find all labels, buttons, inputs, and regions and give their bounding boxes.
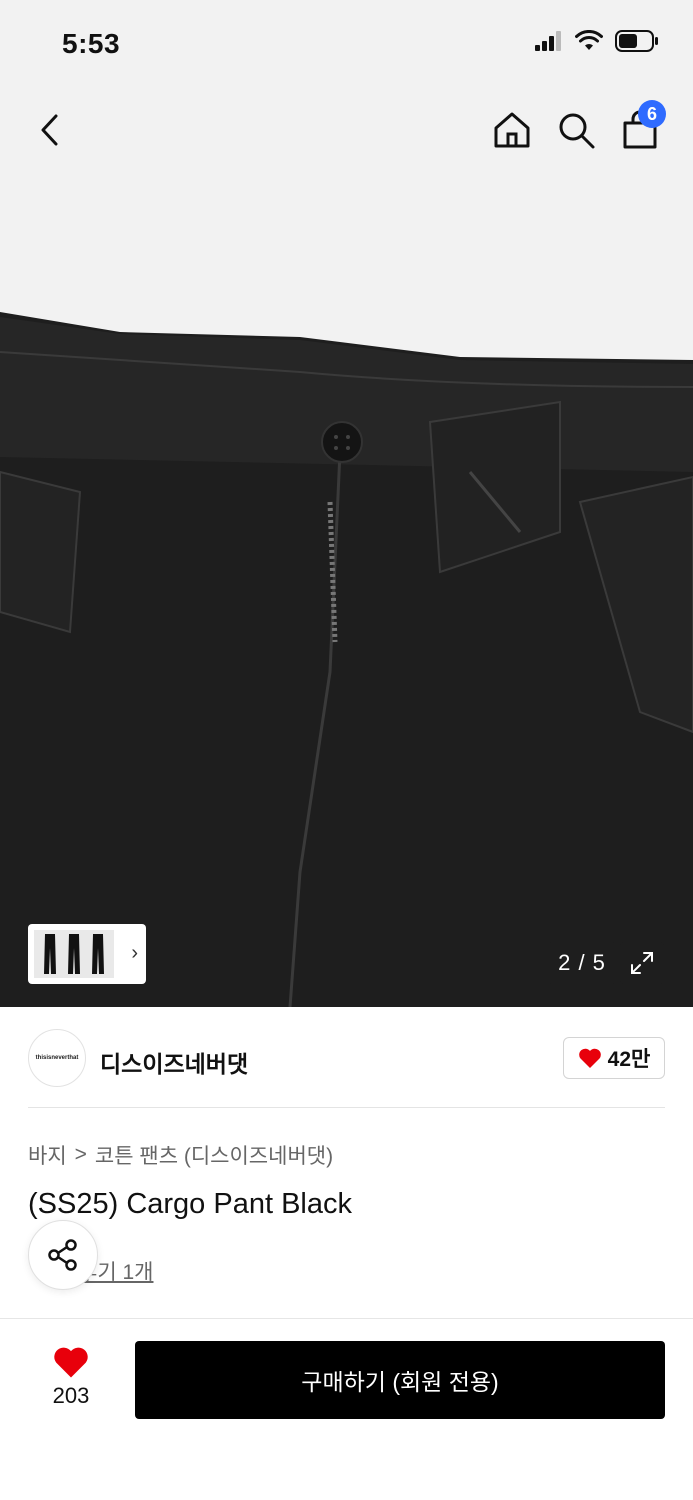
home-icon [494,112,530,148]
brand-row[interactable]: thisisneverthat 디스이즈네버댓 42만 [0,1007,693,1107]
share-icon [48,1239,77,1271]
home-button[interactable] [488,106,536,154]
status-icons [535,30,659,52]
cart-button[interactable]: 6 [616,100,666,154]
breadcrumb-subcategory[interactable]: 코튼 팬츠 (디스이즈네버댓) [95,1140,333,1170]
breadcrumb: 바지 > 코튼 팬츠 (디스이즈네버댓) [28,1140,333,1170]
heart-icon [578,1048,601,1068]
brand-name[interactable]: 디스이즈네버댓 [100,1045,248,1079]
search-icon [559,113,595,149]
product-title: (SS25) Cargo Pant Black [28,1188,352,1220]
divider [28,1107,665,1108]
cart-count-badge: 6 [638,100,666,128]
brand-like-count: 42만 [607,1048,651,1071]
wishlist-button[interactable]: 203 [36,1345,106,1411]
breadcrumb-separator: > [74,1143,87,1166]
chevron-right-icon: › [131,942,138,964]
image-page-indicator: 2 / 5 [548,942,616,984]
heart-icon [54,1347,88,1378]
status-time: 5:53 [62,28,121,59]
signal-icon [535,31,561,51]
cargo-pant-photo [0,312,693,1007]
brand-like-button[interactable]: 42만 [563,1037,665,1079]
wifi-icon [575,30,603,50]
product-image[interactable]: › 2 / 5 [0,172,693,1007]
status-bar: 5:53 [0,0,693,90]
breadcrumb-category[interactable]: 바지 [28,1140,67,1170]
back-button[interactable] [26,106,74,154]
top-nav: 6 [0,90,693,172]
wishlist-count: 203 [52,1383,90,1408]
chevron-left-icon [41,114,58,146]
thumbnail-strip[interactable]: › [28,924,146,984]
brand-logo[interactable]: thisisneverthat [28,1029,86,1087]
search-button[interactable] [552,106,600,154]
expand-icon [631,952,653,974]
brand-logo-text: thisisneverthat [35,1055,79,1061]
thumbnail-image [34,930,114,978]
share-button[interactable] [28,1220,98,1290]
expand-button[interactable] [620,942,664,984]
bottom-bar: 203 구매하기 (회원 전용) [0,1318,693,1500]
buy-button[interactable]: 구매하기 (회원 전용) [135,1341,665,1419]
battery-icon [615,30,658,52]
